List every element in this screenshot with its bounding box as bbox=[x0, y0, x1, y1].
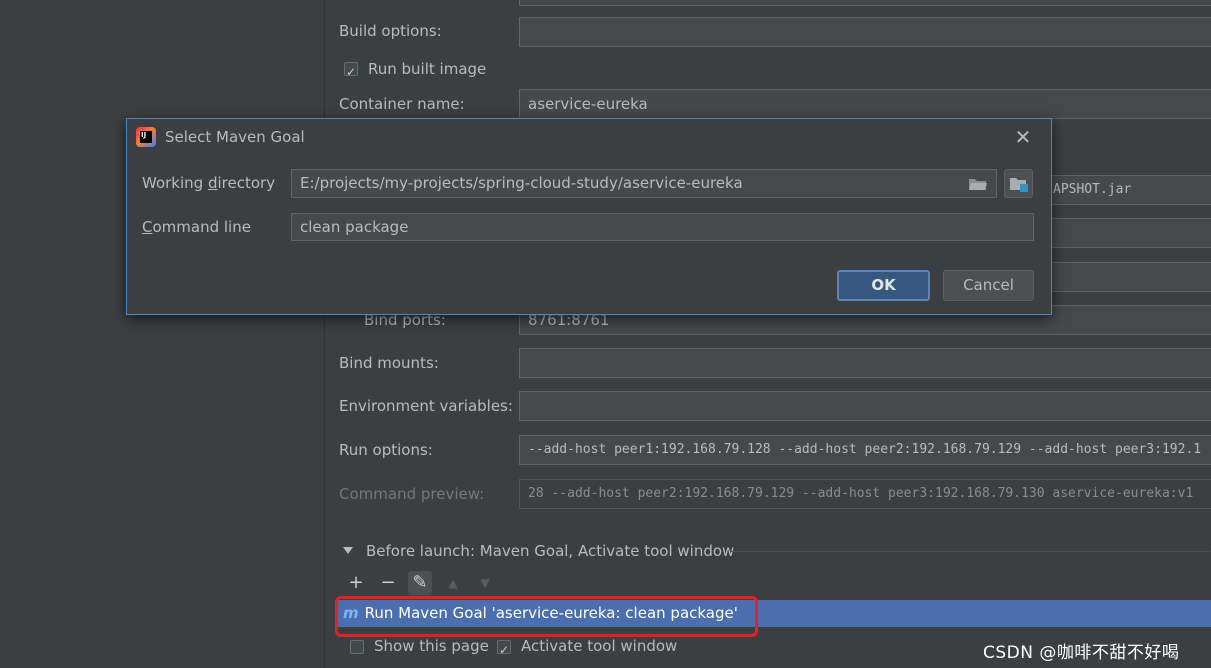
select-maven-goal-dialog: IJ Select Maven Goal ✕ Working directory… bbox=[126, 118, 1052, 315]
bind-mounts-field[interactable] bbox=[519, 348, 1211, 378]
edit-icon[interactable]: ✎ bbox=[408, 571, 432, 595]
module-folder-icon bbox=[1010, 178, 1028, 192]
before-launch-header[interactable]: Before launch: Maven Goal, Activate tool… bbox=[366, 542, 734, 560]
folder-open-icon[interactable] bbox=[968, 177, 988, 191]
run-built-image-label: Run built image bbox=[368, 60, 487, 78]
show-this-page-checkbox[interactable] bbox=[350, 640, 364, 654]
app-icon-text: IJ bbox=[140, 131, 152, 143]
working-directory-value: E:/projects/my-projects/spring-cloud-stu… bbox=[300, 174, 743, 192]
working-directory-label-pre: Working bbox=[142, 174, 208, 192]
dialog-title: Select Maven Goal bbox=[165, 128, 305, 146]
activate-tool-window-label: Activate tool window bbox=[521, 637, 678, 655]
run-options-field[interactable]: --add-host peer1:192.168.79.128 --add-ho… bbox=[519, 435, 1211, 465]
working-directory-label-post: irectory bbox=[217, 174, 276, 192]
command-line-label-post: ommand line bbox=[152, 218, 251, 236]
collapse-arrow-icon[interactable] bbox=[343, 547, 353, 554]
build-options-field[interactable] bbox=[519, 17, 1211, 47]
browse-module-button[interactable] bbox=[1004, 169, 1033, 198]
intellij-app-icon: IJ bbox=[136, 127, 156, 147]
run-built-image-checkbox[interactable] bbox=[344, 62, 358, 76]
close-icon[interactable]: ✕ bbox=[1011, 125, 1035, 149]
command-line-label: Command line bbox=[142, 218, 251, 236]
watermark: CSDN @咖啡不甜不好喝 bbox=[983, 643, 1180, 663]
highlight-box bbox=[335, 596, 758, 637]
ok-button[interactable]: OK bbox=[837, 270, 930, 301]
env-vars-label: Environment variables: bbox=[339, 397, 513, 415]
env-vars-field[interactable] bbox=[519, 391, 1211, 421]
working-directory-field[interactable]: E:/projects/my-projects/spring-cloud-stu… bbox=[291, 169, 997, 198]
command-line-label-mnemonic: C bbox=[142, 218, 153, 236]
build-options-label: Build options: bbox=[339, 22, 442, 40]
remove-icon[interactable]: − bbox=[376, 571, 400, 595]
section-divider bbox=[730, 551, 1210, 552]
container-name-label: Container name: bbox=[339, 95, 465, 113]
activate-tool-window-checkbox[interactable] bbox=[497, 640, 511, 654]
config-tree-panel bbox=[0, 0, 325, 668]
run-options-label: Run options: bbox=[339, 441, 433, 459]
bind-mounts-label: Bind mounts: bbox=[339, 354, 439, 372]
command-preview-label: Command preview: bbox=[339, 485, 485, 503]
show-this-page-label: Show this page bbox=[374, 637, 489, 655]
container-name-field[interactable]: aservice-eureka bbox=[519, 89, 1211, 119]
jar-path-value: APSHOT.jar bbox=[1053, 182, 1132, 197]
top-partial-field[interactable] bbox=[519, 0, 1211, 6]
move-up-icon[interactable]: ▲ bbox=[441, 571, 465, 595]
cancel-button[interactable]: Cancel bbox=[943, 270, 1034, 301]
command-line-field[interactable]: clean package bbox=[291, 213, 1034, 241]
working-directory-label: Working directory bbox=[142, 174, 275, 192]
move-down-icon[interactable]: ▼ bbox=[473, 571, 497, 595]
command-preview-field: 28 --add-host peer2:192.168.79.129 --add… bbox=[519, 479, 1211, 509]
add-icon[interactable]: + bbox=[344, 571, 368, 595]
